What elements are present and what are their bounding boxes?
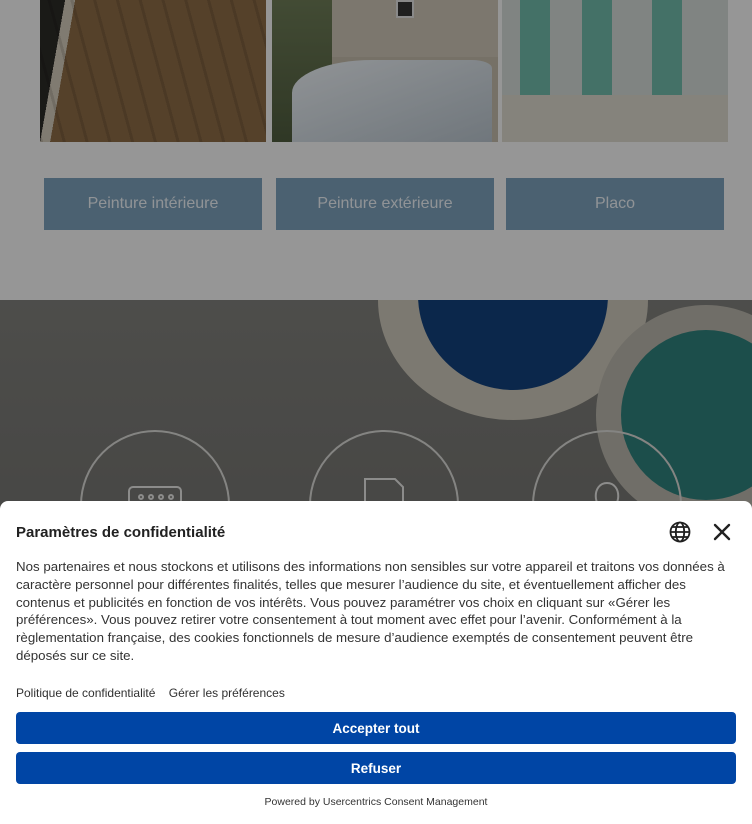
globe-icon[interactable] (668, 520, 692, 544)
consent-description: Nos partenaires et nous stockons et util… (16, 559, 725, 663)
consent-links: Politique de confidentialité Gérer les p… (16, 686, 295, 700)
consent-title: Paramètres de confidentialité (16, 524, 226, 541)
manage-preferences-link[interactable]: Gérer les préférences (169, 686, 285, 700)
privacy-policy-link[interactable]: Politique de confidentialité (16, 686, 155, 700)
close-icon[interactable] (710, 520, 734, 544)
powered-by-text: Powered by Usercentrics Consent Manageme… (264, 796, 488, 808)
consent-banner: Paramètres de confidentialité Nos parten… (0, 501, 752, 824)
refuse-button[interactable]: Refuser (16, 752, 736, 784)
accept-all-button[interactable]: Accepter tout (16, 712, 736, 744)
